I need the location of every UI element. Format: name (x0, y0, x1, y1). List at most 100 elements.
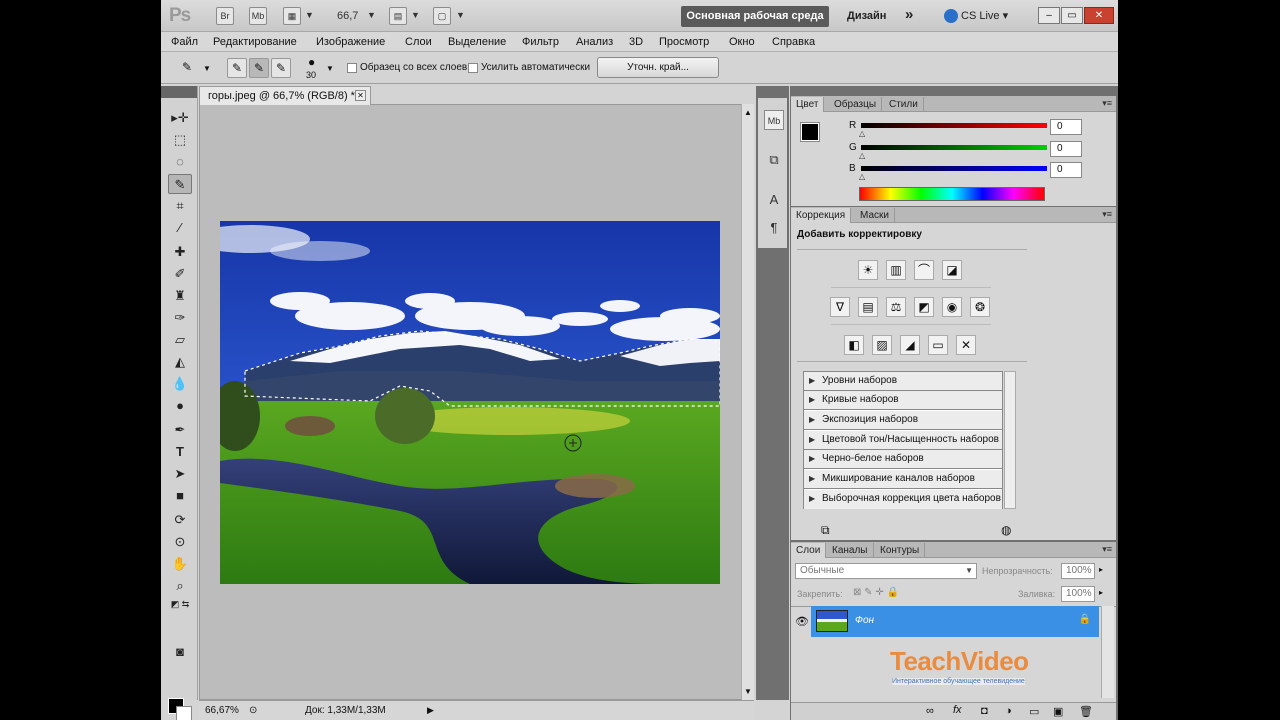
type-tool-icon[interactable]: T (168, 442, 192, 462)
panel-menu-icon[interactable]: ▾≡ (1102, 209, 1112, 220)
minimize-button[interactable]: – (1038, 7, 1060, 24)
delete-layer-icon[interactable]: 🗑 (1079, 705, 1093, 718)
fill-input[interactable]: 100% (1061, 586, 1095, 602)
refine-edge-button[interactable]: Уточн. край... (597, 57, 719, 78)
menu-help[interactable]: Справка (772, 36, 815, 48)
menu-image[interactable]: Изображение (316, 36, 385, 48)
more-workspaces-button[interactable]: » (905, 6, 913, 23)
tab-paths[interactable]: Контуры (875, 543, 926, 558)
blue-gradient-bar[interactable] (861, 166, 1047, 171)
menu-3d[interactable]: 3D (629, 36, 643, 48)
new-adjustment-layer-icon[interactable]: ◑ (1005, 705, 1012, 717)
curves-icon[interactable]: ⌒ (914, 260, 934, 280)
brush-tool-icon[interactable]: ✐ (168, 264, 192, 284)
document-tab[interactable]: горы.jpeg @ 66,7% (RGB/8) * ✕ (199, 86, 371, 105)
crop-tool-icon[interactable]: ⌗ (168, 196, 192, 216)
blur-tool-icon[interactable]: 💧 (168, 374, 192, 394)
preset-channel-mixer[interactable]: Микширование каналов наборов (804, 470, 1002, 489)
red-channel-slider[interactable]: R △ 0 (849, 119, 1082, 138)
presets-scrollbar[interactable] (1004, 371, 1016, 509)
preset-exposure[interactable]: Экспозиция наборов (804, 411, 1002, 430)
vibrance-icon[interactable]: ∇ (830, 297, 850, 317)
red-gradient-bar[interactable] (861, 123, 1047, 128)
layer-row-background[interactable]: Фон 🔒 (811, 606, 1099, 637)
panel-menu-icon[interactable]: ▾≡ (1102, 98, 1112, 109)
chevron-down-icon[interactable]: ▼ (411, 10, 420, 20)
new-selection-icon[interactable]: ✎ (227, 58, 247, 78)
close-icon[interactable]: ✕ (355, 90, 366, 101)
layer-visibility-eye-icon[interactable]: 👁 (795, 615, 809, 628)
tab-channels[interactable]: Каналы (827, 543, 874, 558)
add-to-selection-icon[interactable]: ✎ (249, 58, 269, 78)
view-extras-icon[interactable]: ▦ (283, 7, 301, 25)
tab-swatches[interactable]: Образцы (829, 97, 883, 112)
sample-all-layers-checkbox[interactable] (347, 63, 357, 73)
quick-selection-preset-icon[interactable]: ✎ (177, 58, 197, 78)
zoom-tool-icon[interactable]: ⌕ (168, 576, 192, 596)
color-balance-icon[interactable]: ⚖ (886, 297, 906, 317)
healing-brush-tool-icon[interactable]: ✚ (168, 242, 192, 262)
quick-selection-tool-icon[interactable]: ✎ (168, 174, 192, 194)
preset-selective-color[interactable]: Выборочная коррекция цвета наборов (804, 490, 1002, 509)
new-layer-icon[interactable]: ▣ (1053, 705, 1063, 718)
opacity-slider-arrow-icon[interactable]: ▸ (1099, 565, 1103, 574)
zoom-status[interactable]: 66,67% (205, 701, 239, 720)
new-group-icon[interactable]: ▭ (1029, 705, 1039, 718)
3d-orbit-tool-icon[interactable]: ⊙ (168, 532, 192, 552)
move-tool-icon[interactable]: ▸✛ (168, 108, 192, 128)
screen-mode-icon[interactable]: ▢ (433, 7, 451, 25)
menu-filter[interactable]: Фильтр (522, 36, 559, 48)
hand-tool-icon[interactable]: ✋ (168, 554, 192, 574)
opacity-input[interactable]: 100% (1061, 563, 1095, 579)
levels-icon[interactable]: ▥ (886, 260, 906, 280)
tab-styles[interactable]: Стили (884, 97, 924, 112)
paint-bucket-tool-icon[interactable]: ◭ (168, 352, 192, 372)
character-panel-icon[interactable]: A (764, 190, 784, 210)
slider-handle-icon[interactable]: △ (859, 151, 865, 160)
rectangle-tool-icon[interactable]: ■ (168, 486, 192, 506)
chevron-down-icon[interactable]: ▼ (305, 10, 314, 20)
subtract-from-selection-icon[interactable]: ✎ (271, 58, 291, 78)
marquee-tool-icon[interactable]: ⬚ (168, 130, 192, 150)
invert-icon[interactable]: ◧ (844, 335, 864, 355)
chevron-down-icon[interactable]: ▼ (456, 10, 465, 20)
tab-color[interactable]: Цвет (791, 97, 825, 112)
preset-levels[interactable]: Уровни наборов (804, 372, 1002, 391)
add-mask-icon[interactable]: ◘ (981, 705, 988, 717)
quick-mask-icon[interactable]: ◙ (168, 642, 192, 662)
fill-slider-arrow-icon[interactable]: ▸ (1099, 588, 1103, 597)
zoom-status-icon[interactable]: ⊙ (249, 701, 257, 720)
layers-scrollbar[interactable] (1101, 606, 1114, 698)
color-spectrum-bar[interactable] (859, 187, 1045, 201)
gradient-map-icon[interactable]: ▭ (928, 335, 948, 355)
history-panel-icon[interactable]: ⧉ (764, 150, 784, 170)
menu-edit[interactable]: Редактирование (213, 36, 297, 48)
cs-live-menu[interactable]: CS Live ▾ (944, 9, 1008, 24)
layer-style-icon[interactable]: fx (953, 704, 962, 716)
blue-channel-slider[interactable]: B △ 0 (849, 162, 1082, 181)
scroll-up-icon[interactable]: ▲ (744, 108, 752, 117)
menu-window[interactable]: Окно (729, 36, 755, 48)
green-value-input[interactable]: 0 (1050, 141, 1082, 157)
chevron-down-icon[interactable]: ▼ (203, 64, 211, 73)
photo-filter-icon[interactable]: ◉ (942, 297, 962, 317)
preset-curves[interactable]: Кривые наборов (804, 391, 1002, 410)
pen-tool-icon[interactable]: ✒ (168, 420, 192, 440)
black-white-icon[interactable]: ◩ (914, 297, 934, 317)
menu-analysis[interactable]: Анализ (576, 36, 613, 48)
path-selection-tool-icon[interactable]: ➤ (168, 464, 192, 484)
dodge-tool-icon[interactable]: ● (168, 396, 192, 416)
close-button[interactable]: ✕ (1084, 7, 1114, 24)
chevron-down-icon[interactable]: ▼ (326, 64, 334, 73)
maximize-button[interactable]: ▭ (1061, 7, 1083, 24)
green-gradient-bar[interactable] (861, 145, 1047, 150)
history-brush-tool-icon[interactable]: ✑ (168, 308, 192, 328)
link-layers-icon[interactable]: ∞ (926, 705, 934, 717)
posterize-icon[interactable]: ▨ (872, 335, 892, 355)
preset-black-white[interactable]: Черно-белое наборов (804, 450, 1002, 469)
zoom-level[interactable]: 66,7 (337, 10, 358, 22)
brush-dot-icon[interactable]: ● (308, 55, 315, 69)
swap-colors-icon[interactable]: ◩ ⇆ (168, 594, 192, 614)
green-channel-slider[interactable]: G △ 0 (849, 141, 1082, 160)
panel-menu-icon[interactable]: ▾≡ (1102, 544, 1112, 555)
